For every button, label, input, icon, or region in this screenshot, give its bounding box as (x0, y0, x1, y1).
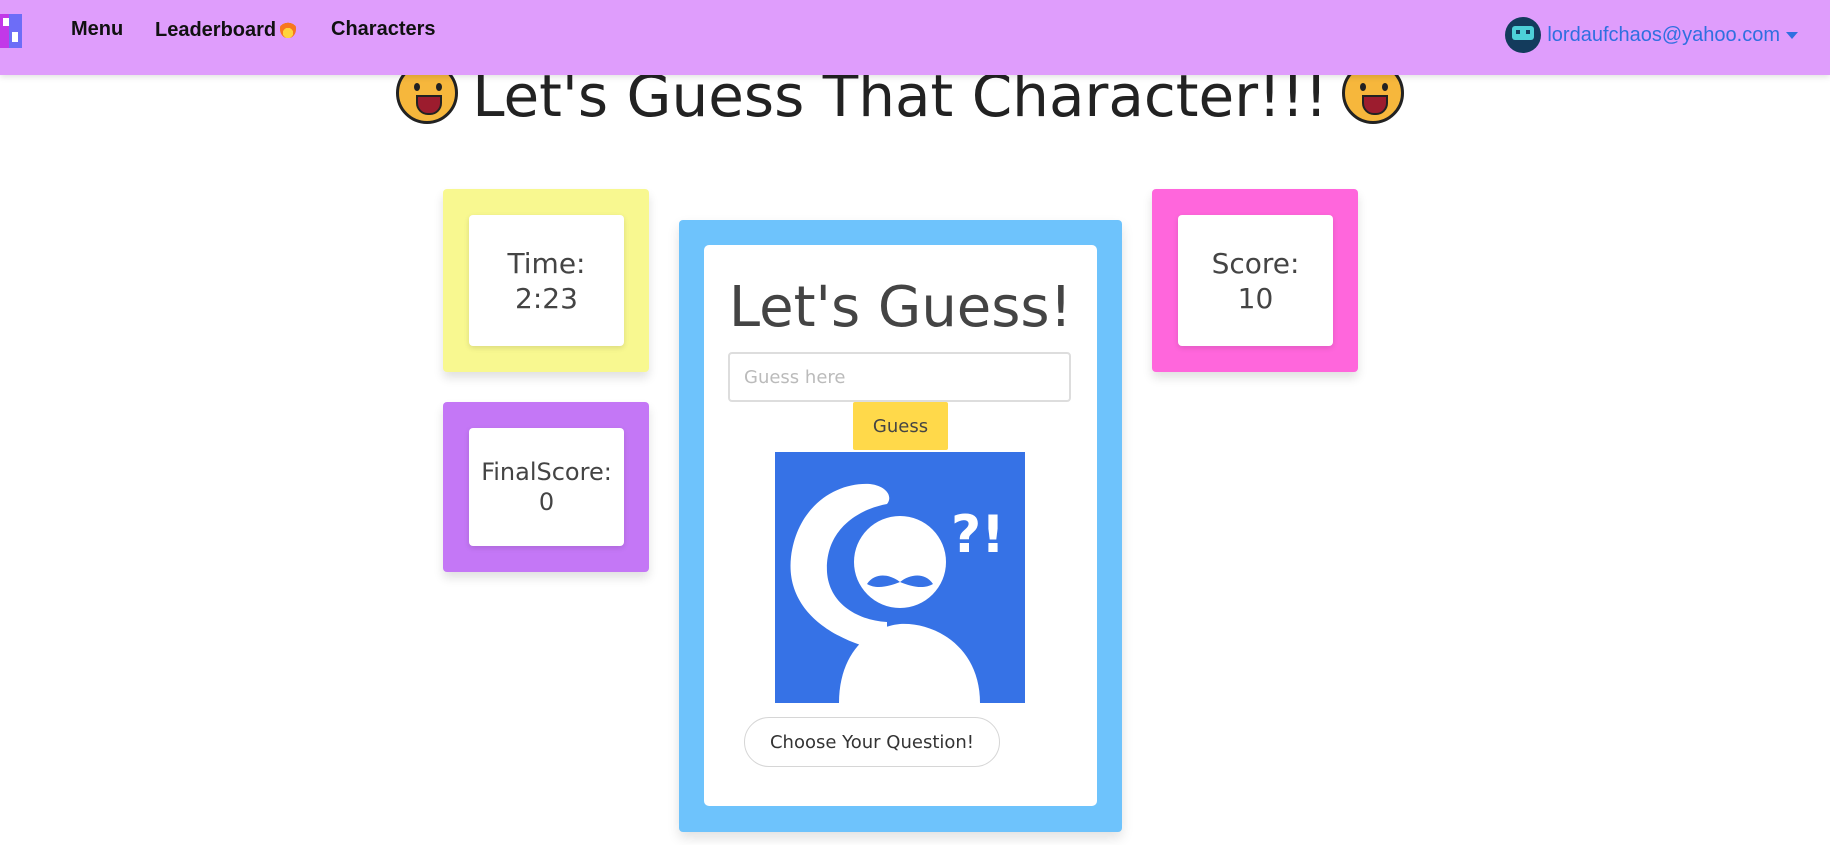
nav-characters-label: Characters (331, 18, 436, 40)
score-label: Score: (1211, 246, 1300, 280)
top-navbar: Menu Leaderboard Characters lordaufchaos… (0, 0, 1830, 75)
score-card: Score: 10 (1178, 215, 1333, 346)
image-question-exclaim: ?! (951, 505, 1005, 565)
guess-card: Let's Guess! Guess ?! Choose Your Questi… (704, 245, 1097, 806)
guess-card-title: Let's Guess! (728, 275, 1073, 340)
nav-menu-label: Menu (71, 18, 124, 40)
avatar (1505, 17, 1542, 53)
caret-down-icon (1786, 31, 1798, 39)
guess-input[interactable] (728, 352, 1071, 402)
time-value: 2:23 (515, 281, 578, 315)
nav-menu-link[interactable]: Menu (71, 18, 123, 41)
app-logo-icon[interactable] (0, 14, 22, 48)
final-score-panel: FinalScore: 0 (443, 402, 649, 572)
final-score-value: 0 (538, 488, 555, 516)
score-value: 10 (1237, 281, 1274, 315)
guess-panel: Let's Guess! Guess ?! Choose Your Questi… (679, 220, 1122, 832)
final-score-label: FinalScore: (481, 458, 612, 486)
time-panel: Time: 2:23 (443, 189, 649, 372)
final-score-card: FinalScore: 0 (469, 428, 624, 546)
nav-characters-link[interactable]: Characters (331, 18, 436, 41)
time-card: Time: 2:23 (469, 215, 624, 346)
time-label: Time: (507, 246, 586, 280)
choose-question-button[interactable]: Choose Your Question! (744, 717, 1000, 767)
fire-icon (280, 18, 297, 38)
mystery-character-image: ?! (775, 452, 1025, 703)
guess-button[interactable]: Guess (853, 402, 948, 450)
thinking-person-icon: ?! (790, 483, 1005, 703)
score-panel: Score: 10 (1152, 189, 1358, 372)
user-dropdown[interactable]: lordaufchaos@yahoo.com (1505, 17, 1798, 53)
nav-leaderboard-label: Leaderboard (155, 19, 277, 41)
user-email: lordaufchaos@yahoo.com (1547, 23, 1780, 46)
nav-leaderboard-link[interactable]: Leaderboard (155, 18, 297, 42)
